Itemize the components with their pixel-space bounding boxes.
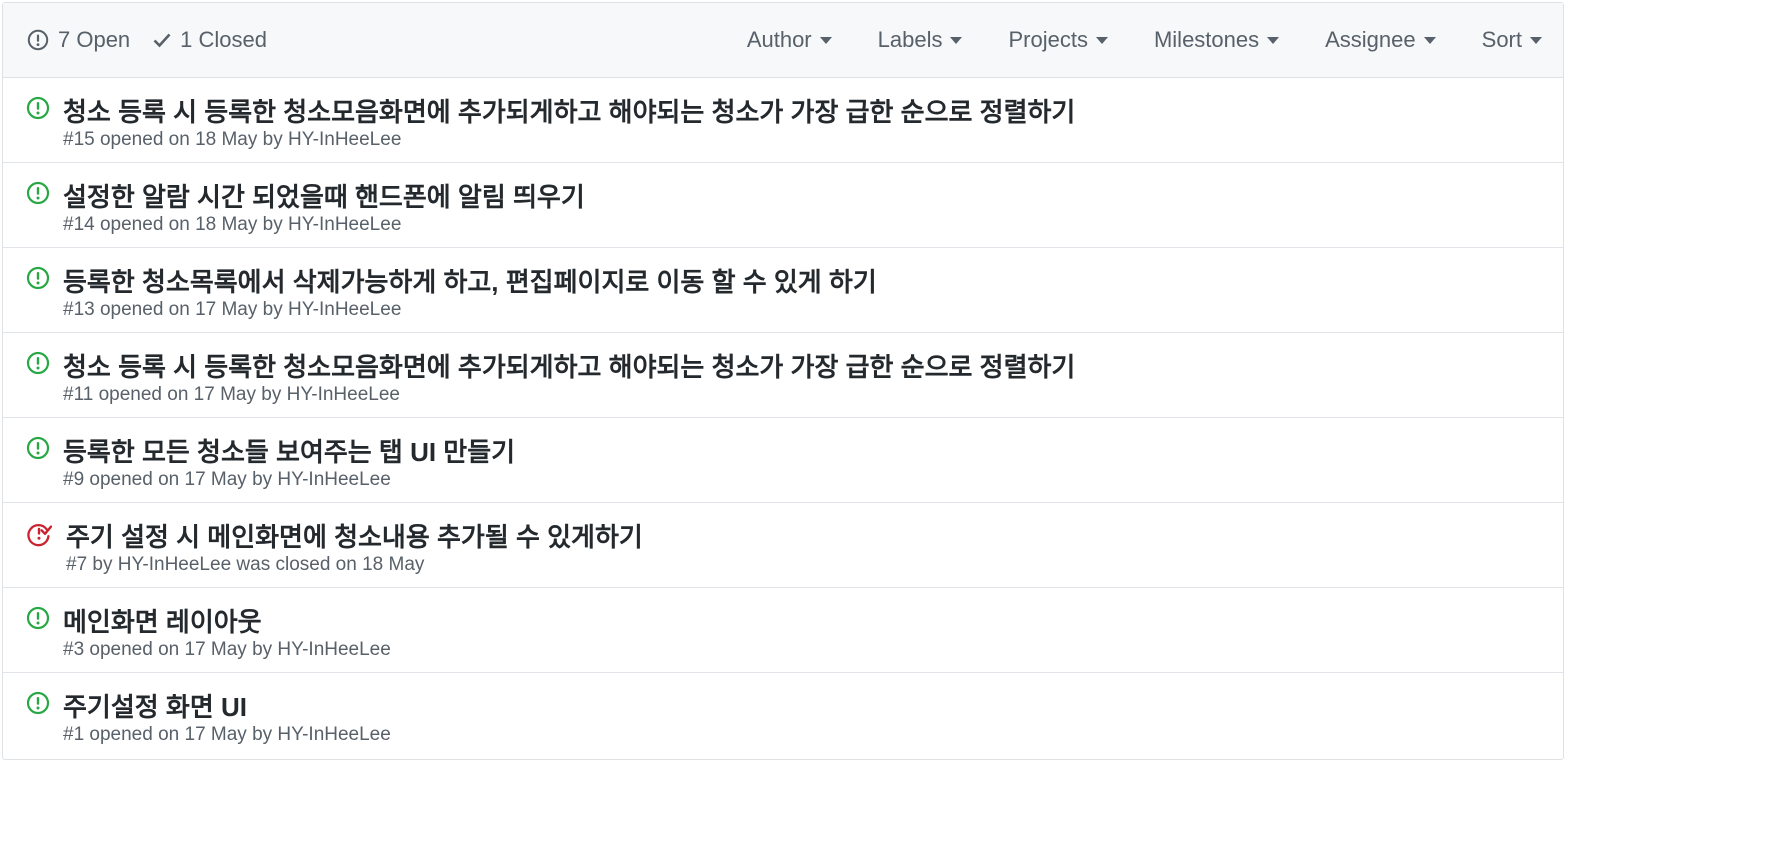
issue-title-link[interactable]: 주기설정 화면 UI — [63, 687, 247, 724]
caret-down-icon — [819, 36, 832, 44]
issue-opened-icon — [26, 181, 50, 205]
labels-filter[interactable]: Labels — [878, 27, 963, 53]
issue-opened-icon — [27, 29, 49, 51]
check-icon — [153, 33, 171, 48]
closed-issues-link[interactable]: 1 Closed — [152, 27, 267, 53]
issue-meta: #11 opened on 17 May by HY-InHeeLee — [63, 384, 400, 405]
issue-row[interactable]: 청소 등록 시 등록한 청소모음화면에 추가되게하고 해야되는 청소가 가장 급… — [3, 78, 1563, 163]
caret-down-icon — [1530, 36, 1542, 44]
issues-list-header: 7 Open 1 Closed Author Labels Projects M… — [3, 3, 1563, 78]
open-issues-link[interactable]: 7 Open — [27, 27, 130, 53]
issue-meta: #14 opened on 18 May by HY-InHeeLee — [63, 214, 402, 235]
issue-closed-icon — [26, 521, 52, 547]
issue-meta: #1 opened on 17 May by HY-InHeeLee — [63, 724, 391, 745]
issue-opened-icon — [26, 606, 50, 630]
projects-filter[interactable]: Projects — [1008, 27, 1108, 53]
issue-title-link[interactable]: 메인화면 레이아웃 — [63, 602, 262, 639]
issue-opened-icon — [26, 691, 50, 715]
issue-opened-icon — [26, 96, 50, 120]
issue-row[interactable]: 청소 등록 시 등록한 청소모음화면에 추가되게하고 해야되는 청소가 가장 급… — [3, 333, 1563, 418]
milestones-filter-label: Milestones — [1153, 27, 1260, 52]
projects-filter-label: Projects — [1008, 27, 1088, 52]
caret-down-icon — [1267, 36, 1280, 44]
issue-opened-icon — [26, 351, 50, 375]
issue-row[interactable]: 설정한 알람 시간 되었을때 핸드폰에 알림 띄우기 #14 opened on… — [3, 163, 1563, 248]
open-issues-count: 7 Open — [58, 27, 131, 52]
issue-row-closed[interactable]: 주기 설정 시 메인화면에 청소내용 추가될 수 있게하기 #7 by HY-I… — [3, 503, 1563, 588]
issue-meta: #13 opened on 17 May by HY-InHeeLee — [63, 299, 402, 320]
filter-bar: Author Labels Projects Milestones Assign… — [747, 27, 1542, 53]
issue-title-link[interactable]: 설정한 알람 시간 되었을때 핸드폰에 알림 띄우기 — [63, 177, 585, 214]
issue-row[interactable]: 주기설정 화면 UI #1 opened on 17 May by HY-InH… — [3, 673, 1563, 758]
caret-down-icon — [1095, 36, 1108, 44]
caret-down-icon — [1423, 36, 1436, 44]
issue-meta: #9 opened on 17 May by HY-InHeeLee — [63, 469, 391, 490]
issue-title-link[interactable]: 청소 등록 시 등록한 청소모음화면에 추가되게하고 해야되는 청소가 가장 급… — [63, 347, 1075, 384]
issue-title-link[interactable]: 등록한 모든 청소들 보여주는 탭 UI 만들기 — [63, 432, 515, 469]
milestones-filter[interactable]: Milestones — [1153, 27, 1280, 53]
issue-meta: #3 opened on 17 May by HY-InHeeLee — [63, 639, 391, 660]
issue-opened-icon — [26, 266, 50, 290]
issue-title-link[interactable]: 등록한 청소목록에서 삭제가능하게 하고, 편집페이지로 이동 할 수 있게 하… — [63, 262, 877, 299]
author-filter-label: Author — [746, 27, 812, 52]
issue-meta: #7 by HY-InHeeLee was closed on 18 May — [66, 554, 425, 575]
issue-meta: #15 opened on 18 May by HY-InHeeLee — [63, 129, 402, 150]
closed-issues-count: 1 Closed — [180, 27, 268, 52]
sort-filter[interactable]: Sort — [1482, 27, 1542, 53]
sort-filter-label: Sort — [1481, 27, 1522, 52]
issue-opened-icon — [26, 436, 50, 460]
assignee-filter-label: Assignee — [1325, 27, 1416, 52]
assignee-filter[interactable]: Assignee — [1325, 27, 1436, 53]
caret-down-icon — [950, 36, 963, 44]
issue-title-link[interactable]: 청소 등록 시 등록한 청소모음화면에 추가되게하고 해야되는 청소가 가장 급… — [63, 92, 1075, 129]
issue-title-link[interactable]: 주기 설정 시 메인화면에 청소내용 추가될 수 있게하기 — [66, 517, 643, 554]
author-filter[interactable]: Author — [747, 27, 832, 53]
issue-rows: 청소 등록 시 등록한 청소모음화면에 추가되게하고 해야되는 청소가 가장 급… — [3, 78, 1563, 758]
issue-row[interactable]: 등록한 모든 청소들 보여주는 탭 UI 만들기 #9 opened on 17… — [3, 418, 1563, 503]
issue-state-toggle: 7 Open 1 Closed — [27, 27, 267, 53]
issue-row[interactable]: 메인화면 레이아웃 #3 opened on 17 May by HY-InHe… — [3, 588, 1563, 673]
labels-filter-label: Labels — [877, 27, 943, 52]
issue-row[interactable]: 등록한 청소목록에서 삭제가능하게 하고, 편집페이지로 이동 할 수 있게 하… — [3, 248, 1563, 333]
issues-list-box: 7 Open 1 Closed Author Labels Projects M… — [2, 2, 1564, 760]
